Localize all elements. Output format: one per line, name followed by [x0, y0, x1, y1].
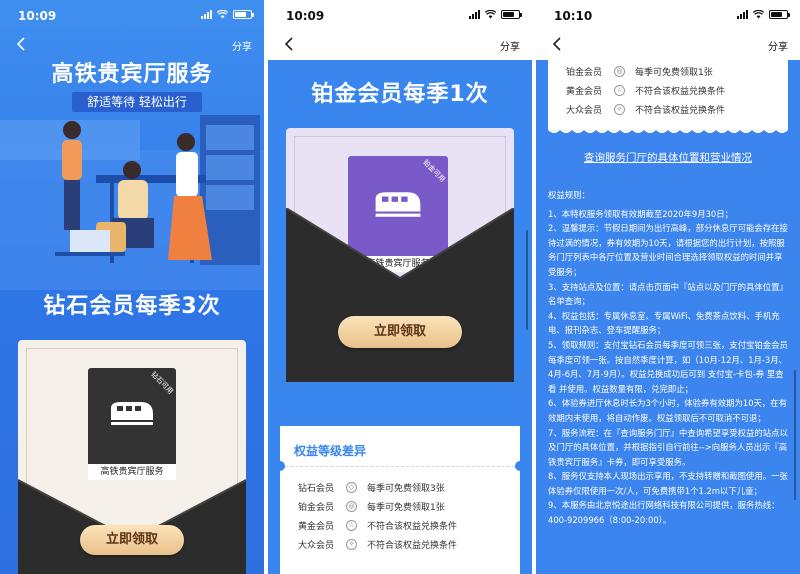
- envelope-icon: [18, 479, 246, 574]
- benefit-level: 黄金会员: [566, 87, 603, 97]
- benefit-level: 黄金会员: [298, 522, 335, 532]
- benefit-level: 铂金会员: [566, 68, 603, 78]
- store-location-link[interactable]: 查询服务门厅的具体位置和营业情况: [536, 150, 800, 165]
- nav-bar: 分享: [536, 30, 800, 60]
- back-icon[interactable]: [282, 36, 298, 52]
- gold-icon: ☆: [614, 85, 625, 96]
- share-button[interactable]: 分享: [500, 38, 520, 53]
- benefit-list: 钻石会员 ◇ 每季可免费领取3张 铂金会员 ◎ 每季可免费领取1张 黄金会员 ☆…: [298, 478, 518, 554]
- system-icons: [737, 10, 790, 19]
- back-icon[interactable]: [14, 36, 30, 52]
- panel-rules: 10:10 分享 铂金会员 ◎ 每季可免费领取1张 黄金会员 ☆ 不符合该权益兑…: [536, 0, 800, 574]
- battery-icon: [501, 10, 522, 19]
- claim-button[interactable]: 立即领取: [338, 316, 462, 348]
- status-bar: 10:09: [268, 0, 532, 30]
- rule-item: 4、权益包括：专属休息室、专属WiFi、免费茶点饮料、手机充电、报刊杂志、登车提…: [548, 310, 780, 336]
- voucher-ribbon: 铂金可用: [421, 158, 447, 184]
- rule-item: 1、本特权服务领取有效期截至2020年9月30日；: [548, 208, 734, 219]
- envelope-icon: [286, 208, 514, 382]
- rule-item: 7、服务流程：在『查询服务门厅』中查询希望享受权益的站点以及门厅的具体位置，并根…: [548, 427, 788, 467]
- member-title: 铂金会员每季1次: [311, 82, 489, 107]
- status-bar: 10:10: [536, 0, 800, 30]
- rule-item: 2、温馨提示：节假日期间为出行高峰，部分休息厅可能会存在接待过满的情况，券有效期…: [548, 223, 788, 277]
- lounge-illustration: [0, 115, 264, 290]
- benefit-desc: 不符合该权益兑换条件: [635, 106, 726, 116]
- platinum-icon: ◎: [614, 66, 625, 77]
- benefit-desc: 不符合该权益兑换条件: [635, 87, 726, 97]
- rule-item: 3、支持站点及位置：请点击页面中『站点以及门厅的具体位置』名单查询；: [548, 281, 788, 307]
- status-time: 10:09: [18, 9, 57, 23]
- system-icons: [469, 10, 522, 19]
- benefit-level: 钻石会员: [298, 484, 335, 494]
- benefit-level: 铂金会员: [298, 503, 335, 513]
- benefit-row-gold: 黄金会员 ☆ 不符合该权益兑换条件: [566, 81, 786, 100]
- regular-icon: ✧: [614, 104, 625, 115]
- panel-platinum: 10:09 分享 铂金会员每季1次 铂金可用 高铁贵宾厅服务 立即领取 权益等级…: [268, 0, 532, 574]
- wifi-icon: [485, 10, 496, 19]
- rule-item: 5、领取规则：支付宝钻石会员每季度可领三张，支付宝铂金会员每季度可领一张。按自然…: [548, 339, 788, 394]
- benefit-row-regular: 大众会员 ✧ 不符合该权益兑换条件: [298, 535, 518, 554]
- voucher-card: 铂金可用 高铁贵宾厅服务 立即领取: [286, 128, 514, 382]
- rule-item: 6、体验券进厅休息时长为3个小时，体验券有效期为10天，在有效期内未使用，将自动…: [548, 398, 788, 423]
- status-bar: 10:09: [0, 0, 264, 30]
- voucher-card: 钻石可用 高铁贵宾厅服务 立即领取: [18, 340, 246, 574]
- ticket-edge: [548, 128, 788, 133]
- back-icon[interactable]: [550, 36, 566, 52]
- status-time: 10:09: [286, 9, 325, 23]
- claim-button[interactable]: 立即领取: [80, 525, 184, 555]
- train-icon: [111, 402, 153, 425]
- benefit-level: 大众会员: [298, 541, 335, 551]
- rules-title: 权益规则：: [548, 190, 590, 200]
- regular-icon: ✧: [346, 539, 357, 550]
- rule-item: 9、本服务由北京悦途出行网络科技有限公司提供，服务热线：400-9209966（…: [548, 500, 780, 526]
- system-icons: [201, 10, 254, 19]
- signal-icon: [469, 10, 480, 19]
- nav-bar: 分享: [268, 30, 532, 60]
- scrollbar[interactable]: [526, 230, 528, 330]
- benefit-row-platinum: 铂金会员 ◎ 每季可免费领取1张: [566, 62, 786, 81]
- hero-title: 高铁贵宾厅服务: [51, 62, 213, 87]
- share-button[interactable]: 分享: [768, 38, 788, 53]
- signal-icon: [201, 10, 212, 19]
- battery-icon: [769, 10, 790, 19]
- share-button[interactable]: 分享: [232, 38, 252, 53]
- benefit-row-platinum: 铂金会员 ◎ 每季可免费领取1张: [298, 497, 518, 516]
- signal-icon: [737, 10, 748, 19]
- benefit-desc: 不符合该权益兑换条件: [367, 541, 458, 551]
- gold-icon: ☆: [346, 520, 357, 531]
- benefit-desc: 每季可免费领取1张: [367, 503, 445, 513]
- benefit-title: 权益等级差异: [294, 444, 367, 458]
- platinum-icon: ◎: [346, 501, 357, 512]
- benefit-row-regular: 大众会员 ✧ 不符合该权益兑换条件: [566, 100, 786, 119]
- panel-diamond: 10:09 分享 高铁贵宾厅服务 舒适等待 轻松出行 钻石会员每季3次 钻石可用…: [0, 0, 264, 574]
- benefit-level: 大众会员: [566, 106, 603, 116]
- status-time: 10:10: [554, 9, 593, 23]
- scrollbar[interactable]: [794, 370, 796, 500]
- hero-subtitle: 舒适等待 轻松出行: [72, 92, 202, 112]
- benefit-list: 铂金会员 ◎ 每季可免费领取1张 黄金会员 ☆ 不符合该权益兑换条件 大众会员 …: [566, 62, 786, 119]
- diamond-icon: ◇: [346, 482, 357, 493]
- benefit-level-card: 权益等级差异 钻石会员 ◇ 每季可免费领取3张 铂金会员 ◎ 每季可免费领取1张…: [275, 426, 525, 574]
- voucher-ribbon: 钻石可用: [149, 370, 175, 396]
- benefit-row-gold: 黄金会员 ☆ 不符合该权益兑换条件: [298, 516, 518, 535]
- benefit-row-diamond: 钻石会员 ◇ 每季可免费领取3张: [298, 478, 518, 497]
- wifi-icon: [217, 10, 228, 19]
- benefit-level-card: 铂金会员 ◎ 每季可免费领取1张 黄金会员 ☆ 不符合该权益兑换条件 大众会员 …: [548, 60, 788, 130]
- benefit-desc: 每季可免费领取1张: [635, 68, 713, 78]
- wifi-icon: [753, 10, 764, 19]
- battery-icon: [233, 10, 254, 19]
- benefit-desc: 不符合该权益兑换条件: [367, 522, 458, 532]
- rule-item: 8、服务仅支持本人现场出示享用，不支持转赠和截图使用。一张体验券仅限使用一次/人…: [548, 471, 788, 496]
- benefit-desc: 每季可免费领取3张: [367, 484, 445, 494]
- rules-section: 权益规则： 1、本特权服务领取有效期截至2020年9月30日； 2、温馨提示：节…: [548, 188, 788, 528]
- member-title: 钻石会员每季3次: [43, 294, 221, 319]
